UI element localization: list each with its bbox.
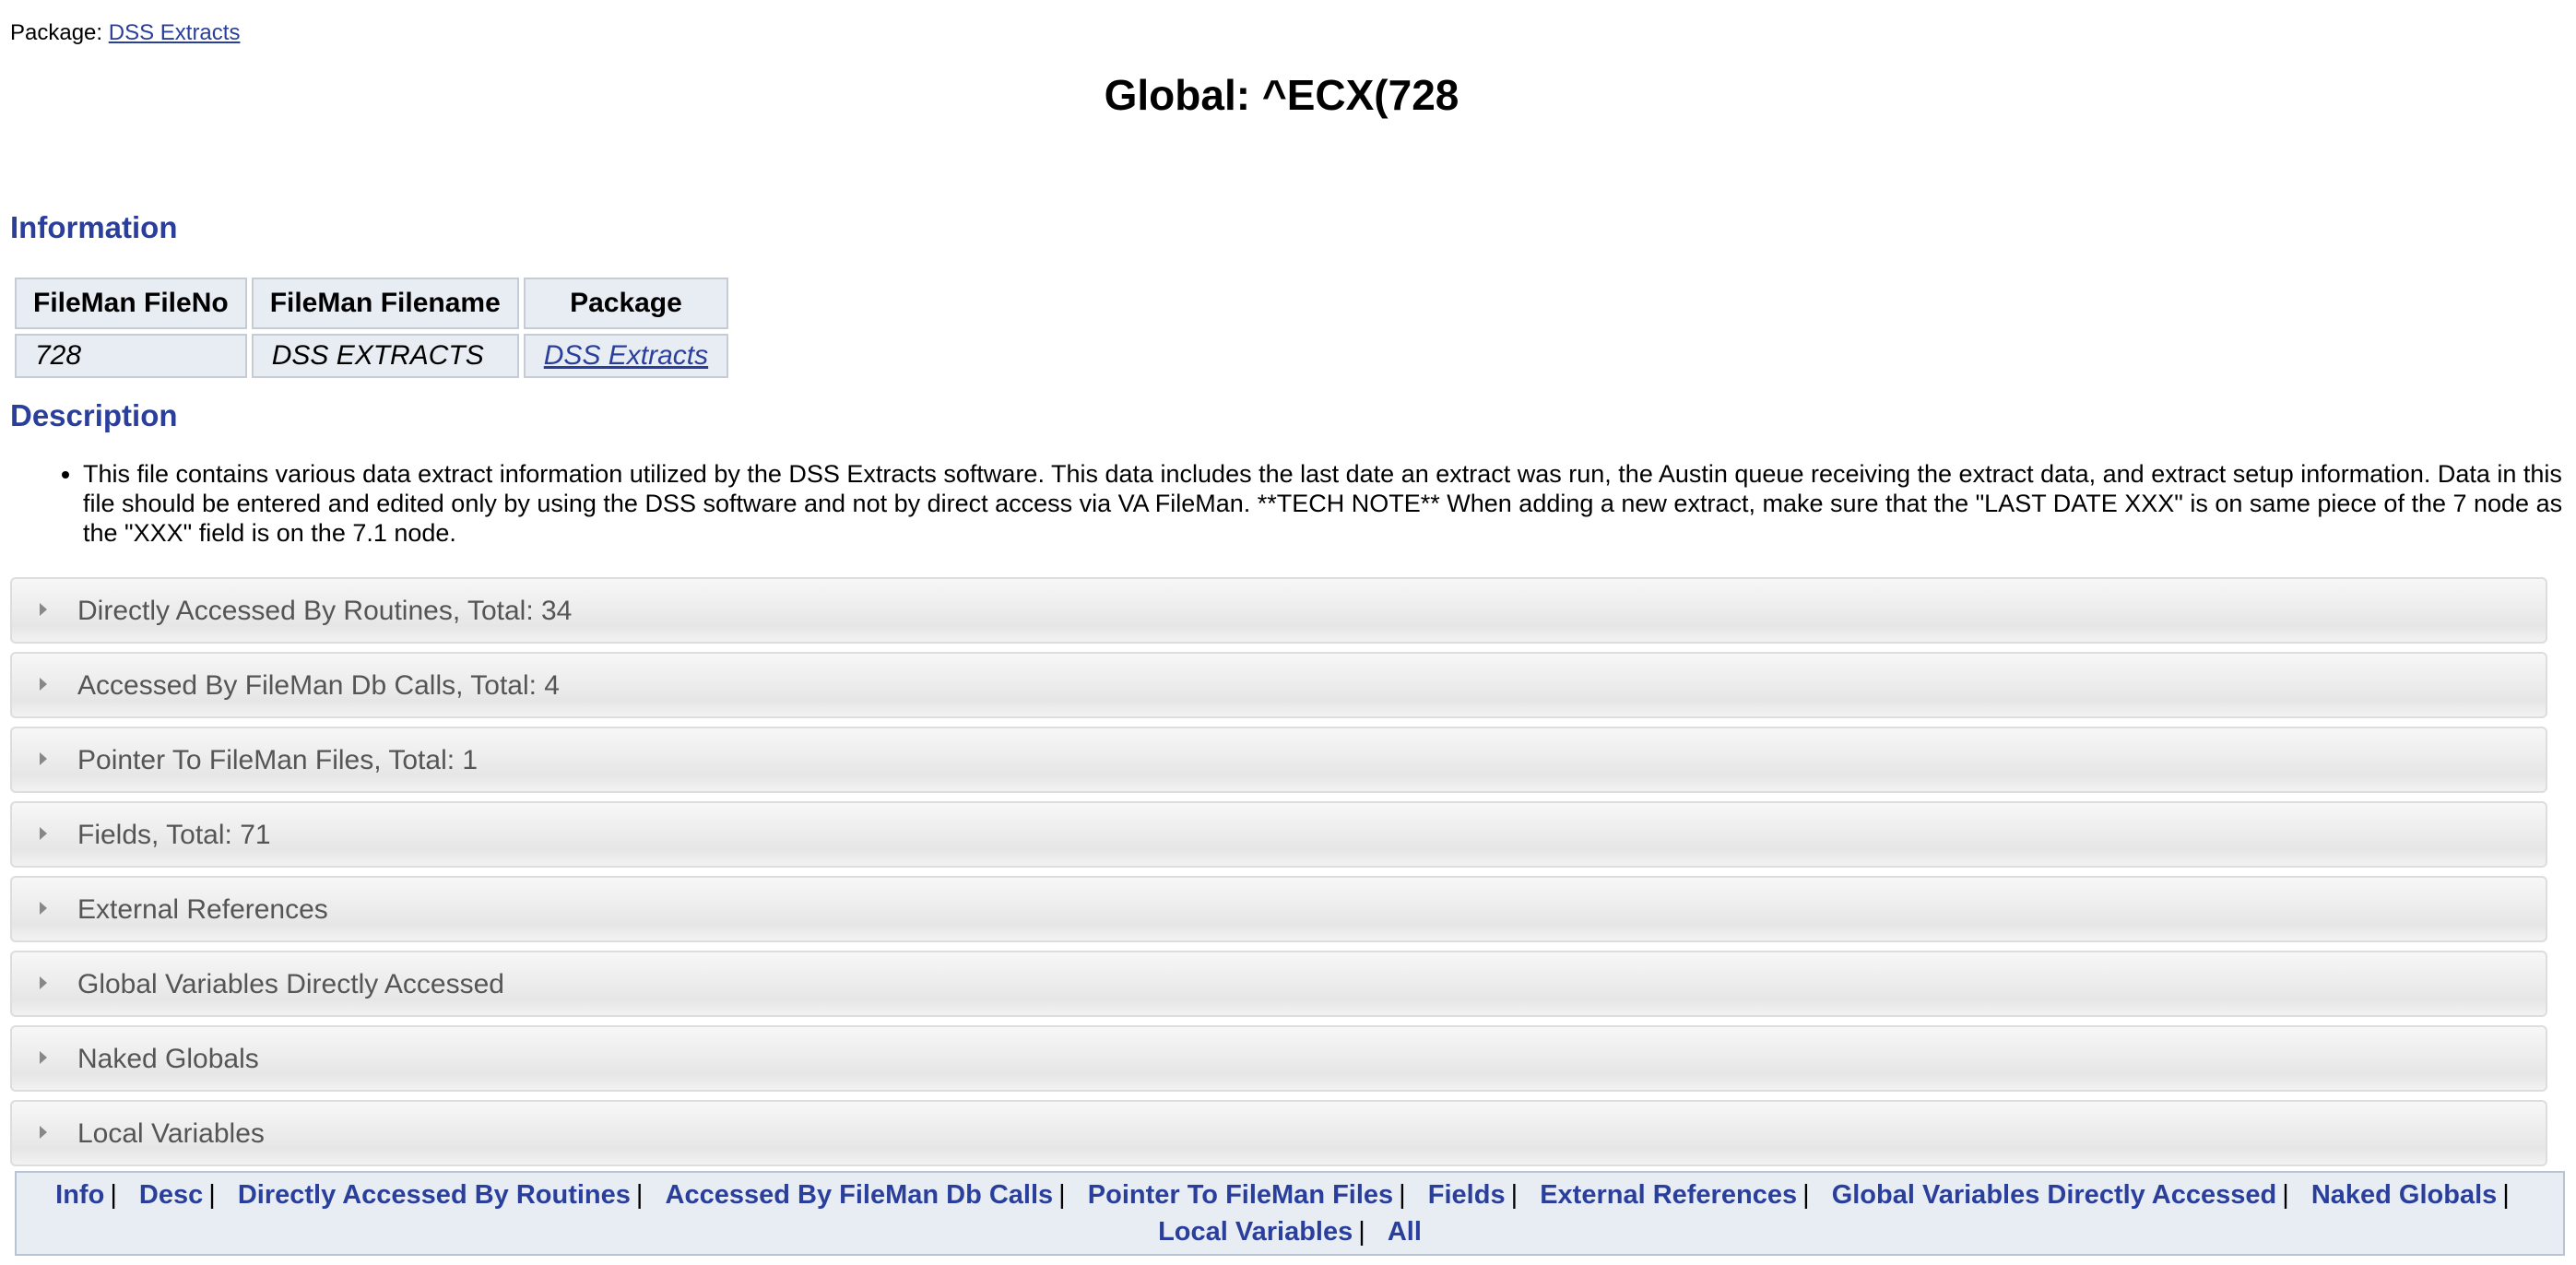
nav-link-info[interactable]: Info <box>55 1180 104 1210</box>
caret-right-icon <box>40 678 47 691</box>
accordion-pointer-to-fileman-files[interactable]: Pointer To FileMan Files, Total: 1 <box>10 727 2547 793</box>
package-link[interactable]: DSS Extracts <box>109 20 241 45</box>
nav-separator: | <box>2502 1180 2510 1210</box>
caret-right-icon <box>40 902 47 915</box>
accordion-external-references[interactable]: External References <box>10 876 2547 942</box>
package-label: Package: <box>10 20 103 45</box>
accordion-label: Pointer To FileMan Files, Total: 1 <box>77 745 479 775</box>
nav-link-naked-globals[interactable]: Naked Globals <box>2311 1180 2497 1210</box>
cell-filename: DSS EXTRACTS <box>251 334 519 378</box>
nav-separator: | <box>208 1180 216 1210</box>
nav-link-local-variables[interactable]: Local Variables <box>1158 1217 1353 1247</box>
accordion-label: Directly Accessed By Routines, Total: 34 <box>77 596 573 626</box>
nav-separator: | <box>2282 1180 2289 1210</box>
description-text: This file contains various data extract … <box>83 459 2576 548</box>
accordion-directly-accessed-by-routines[interactable]: Directly Accessed By Routines, Total: 34 <box>10 577 2547 644</box>
nav-separator: | <box>1510 1180 1518 1210</box>
package-cell-link[interactable]: DSS Extracts <box>544 340 708 371</box>
caret-right-icon <box>40 603 47 616</box>
nav-link-accessed-by-fileman-db-calls[interactable]: Accessed By FileMan Db Calls <box>666 1180 1054 1210</box>
table-header-row: FileMan FileNo FileMan Filename Package <box>15 278 729 329</box>
cell-fileno: 728 <box>15 334 247 378</box>
caret-right-icon <box>40 976 47 989</box>
information-table: FileMan FileNo FileMan Filename Package … <box>10 273 733 383</box>
accordion-local-variables[interactable]: Local Variables <box>10 1100 2547 1166</box>
nav-separator: | <box>1358 1217 1365 1247</box>
nav-link-fields[interactable]: Fields <box>1428 1180 1506 1210</box>
nav-link-desc[interactable]: Desc <box>139 1180 203 1210</box>
accordion-naked-globals[interactable]: Naked Globals <box>10 1025 2547 1092</box>
nav-link-all[interactable]: All <box>1388 1217 1422 1247</box>
table-row: 728 DSS EXTRACTS DSS Extracts <box>15 334 729 378</box>
information-heading: Information <box>10 210 178 244</box>
description-list: This file contains various data extract … <box>55 459 2576 548</box>
caret-right-icon <box>40 752 47 765</box>
cell-package: DSS Extracts <box>523 334 729 378</box>
nav-separator: | <box>1802 1180 1810 1210</box>
nav-separator: | <box>1399 1180 1406 1210</box>
accordion-label: Accessed By FileMan Db Calls, Total: 4 <box>77 670 560 701</box>
column-header-package: Package <box>523 278 729 329</box>
caret-right-icon <box>40 1126 47 1139</box>
nav-separator: | <box>1058 1180 1066 1210</box>
accordion-label: Fields, Total: 71 <box>77 820 271 850</box>
description-heading: Description <box>10 398 178 432</box>
accordion-label: Naked Globals <box>77 1044 259 1074</box>
column-header-fileno: FileMan FileNo <box>15 278 247 329</box>
nav-link-external-references[interactable]: External References <box>1540 1180 1797 1210</box>
section-nav-bar: Info | Desc | Directly Accessed By Routine… <box>15 1171 2565 1256</box>
package-line: Package: DSS Extracts <box>10 20 240 46</box>
accordion-label: External References <box>77 894 328 925</box>
page-title: Global: ^ECX(728 <box>1104 71 1459 119</box>
nav-separator: | <box>110 1180 117 1210</box>
accordion-global-variables-directly-accessed[interactable]: Global Variables Directly Accessed <box>10 951 2547 1017</box>
accordion-fields[interactable]: Fields, Total: 71 <box>10 801 2547 868</box>
caret-right-icon <box>40 1051 47 1064</box>
caret-right-icon <box>40 827 47 840</box>
accordion-label: Global Variables Directly Accessed <box>77 969 504 999</box>
nav-link-directly-accessed-by-routines[interactable]: Directly Accessed By Routines <box>238 1180 631 1210</box>
nav-link-global-variables-directly-accessed[interactable]: Global Variables Directly Accessed <box>1832 1180 2277 1210</box>
nav-link-pointer-to-fileman-files[interactable]: Pointer To FileMan Files <box>1088 1180 1393 1210</box>
column-header-filename: FileMan Filename <box>251 278 519 329</box>
accordion-label: Local Variables <box>77 1118 265 1149</box>
accordion-accessed-by-fileman-db-calls[interactable]: Accessed By FileMan Db Calls, Total: 4 <box>10 652 2547 718</box>
nav-separator: | <box>635 1180 644 1210</box>
